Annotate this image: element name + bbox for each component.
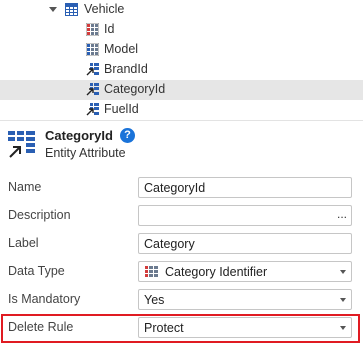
property-is-mandatory: Is Mandatory Yes	[0, 286, 363, 314]
delete-rule-highlight	[1, 314, 360, 343]
label-value: Category	[144, 237, 195, 251]
data-type-select[interactable]: Category Identifier	[138, 261, 352, 282]
tree-item-label: Vehicle	[84, 2, 125, 16]
tree-item-model[interactable]: Model	[0, 40, 363, 60]
tree-item-label: Id	[104, 22, 115, 36]
property-label: Data Type	[8, 264, 65, 278]
property-label: Is Mandatory	[8, 292, 81, 306]
tree-item-categoryid[interactable]: CategoryId	[0, 80, 363, 100]
name-value: CategoryId	[144, 181, 206, 195]
entity-icon	[65, 3, 78, 16]
tree-item-brandid[interactable]: BrandId	[0, 60, 363, 80]
entity-attribute-icon	[8, 131, 35, 158]
chevron-down-icon	[340, 270, 346, 274]
property-label-row: Label Category	[0, 230, 363, 258]
help-icon[interactable]: ?	[120, 128, 135, 143]
attribute-type-subtitle: Entity Attribute	[45, 146, 126, 160]
tree-item-label: BrandId	[104, 62, 148, 76]
description-expand-button[interactable]: ...	[337, 207, 347, 221]
attribute-icon	[86, 43, 99, 56]
is-mandatory-select[interactable]: Yes	[138, 289, 352, 310]
property-label: Label	[8, 236, 39, 250]
is-mandatory-value: Yes	[144, 293, 165, 307]
data-type-value: Category Identifier	[165, 265, 268, 279]
attribute-title: CategoryId	[45, 128, 113, 143]
reference-attribute-icon	[86, 63, 99, 76]
chevron-down-icon	[340, 298, 346, 302]
properties-header: CategoryId ? Entity Attribute	[0, 121, 363, 167]
tree-item-label: CategoryId	[104, 82, 166, 96]
tree-item-label: FuelId	[104, 102, 139, 116]
property-description: Description ...	[0, 202, 363, 230]
label-input[interactable]: Category	[138, 233, 352, 254]
tree-item-vehicle[interactable]: Vehicle	[0, 0, 363, 20]
tree-item-label: Model	[104, 42, 139, 56]
entity-tree: Vehicle Id Model BrandId CategoryId Fuel…	[0, 0, 363, 120]
reference-attribute-icon	[86, 103, 99, 116]
expand-caret-icon[interactable]	[49, 7, 57, 12]
property-name: Name CategoryId	[0, 174, 363, 202]
name-input[interactable]: CategoryId	[138, 177, 352, 198]
tree-item-fuelid[interactable]: FuelId	[0, 100, 363, 120]
identifier-type-icon	[145, 266, 158, 277]
property-label: Description	[8, 208, 71, 222]
property-data-type: Data Type Category Identifier	[0, 258, 363, 286]
property-label: Name	[8, 180, 42, 194]
id-attribute-icon	[86, 23, 99, 36]
reference-attribute-icon	[86, 83, 99, 96]
tree-item-id[interactable]: Id	[0, 20, 363, 40]
description-input[interactable]: ...	[138, 205, 352, 226]
